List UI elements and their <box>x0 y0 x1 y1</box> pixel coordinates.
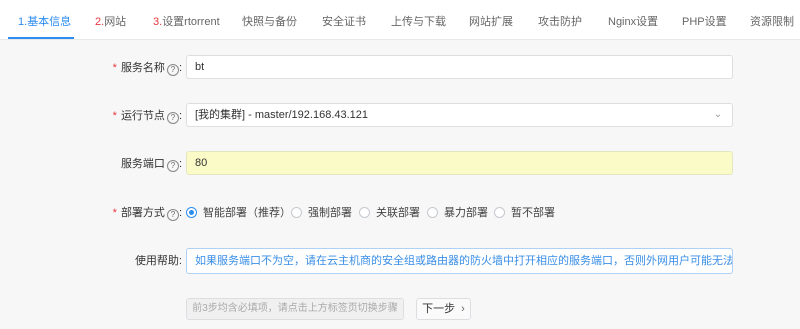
help-icon[interactable]: ? <box>166 64 179 76</box>
tab-label: 快照与备份 <box>242 16 297 28</box>
radio-label: 暂不部署 <box>511 207 555 219</box>
tab-basic-info[interactable]: 1.基本信息 <box>16 0 73 40</box>
service-port-label: 服务端口?: <box>120 158 182 172</box>
service-port-input[interactable]: 80 <box>186 151 733 175</box>
tab-label: 设置rtorrent <box>162 16 220 28</box>
usage-help-label: 使用帮助: <box>134 255 182 267</box>
run-node-value: [我的集群] - master/192.168.43.121 <box>195 109 369 121</box>
tab-number: 3. <box>153 16 163 28</box>
deploy-mode-row: * 部署方式?: 智能部署（推荐） 强制部署 关联部署 暴力部署 暂不部署 <box>0 200 800 226</box>
tab-ssl-cert[interactable]: 安全证书 <box>320 0 368 40</box>
radio-dot <box>494 207 505 218</box>
usage-help-text: 如果服务端口不为空，请在云主机商的安全组或路由器的防火墙中打开相应的服务端口，否… <box>186 248 733 274</box>
radio-label: 暴力部署 <box>444 207 488 219</box>
tab-snapshot-backup[interactable]: 快照与备份 <box>240 0 299 40</box>
radio-linked-deploy[interactable]: 关联部署 <box>359 206 420 220</box>
tab-label: Nginx设置 <box>608 16 659 28</box>
radio-dot <box>427 207 438 218</box>
run-node-select[interactable]: [我的集群] - master/192.168.43.121 ⌄ <box>186 103 733 127</box>
label-text: 服务名称 <box>120 62 165 74</box>
tab-label: 网站扩展 <box>469 16 513 28</box>
required-mark: * <box>112 62 117 74</box>
chevron-right-icon: › <box>461 303 465 315</box>
basic-info-form: * 服务名称?: bt * 运行节点?: [我的集群] - master/192.1… <box>0 40 800 329</box>
required-mark: * <box>112 110 117 122</box>
required-steps-hint-button: 前3步均含必填项，请点击上方标签页切换步骤 <box>186 298 404 320</box>
radio-label: 关联部署 <box>376 207 420 219</box>
radio-smart-deploy[interactable]: 智能部署（推荐） <box>186 206 291 220</box>
tab-number: 2. <box>95 16 105 28</box>
tab-site-extensions[interactable]: 网站扩展 <box>467 0 515 40</box>
tab-label: PHP设置 <box>682 16 727 28</box>
tab-php-settings[interactable]: PHP设置 <box>680 0 729 40</box>
usage-help-row: 使用帮助: 如果服务端口不为空，请在云主机商的安全组或路由器的防火墙中打开相应的… <box>0 248 800 274</box>
radio-force-deploy[interactable]: 强制部署 <box>291 206 352 220</box>
label-text: 服务端口 <box>120 158 165 170</box>
tab-label: 安全证书 <box>322 16 366 28</box>
run-node-row: * 运行节点?: [我的集群] - master/192.168.43.121 ⌄ <box>0 103 800 129</box>
tab-upload-download[interactable]: 上传与下载 <box>389 0 448 40</box>
help-icon[interactable]: ? <box>166 160 179 172</box>
radio-brute-deploy[interactable]: 暴力部署 <box>427 206 488 220</box>
tab-website[interactable]: 2.网站 <box>93 0 128 40</box>
radio-dot <box>186 207 197 218</box>
radio-label: 智能部署（推荐） <box>203 207 291 219</box>
radio-dot <box>291 207 302 218</box>
tab-bar: 1.基本信息 2.网站 3.设置rtorrent 快照与备份 安全证书 上传与下… <box>0 0 800 40</box>
tab-label: 网站 <box>104 16 127 28</box>
active-tab-indicator <box>8 37 74 39</box>
tab-label: 上传与下载 <box>391 16 446 28</box>
tab-rtorrent[interactable]: 3.设置rtorrent <box>151 0 222 40</box>
tab-attack-protection[interactable]: 攻击防护 <box>536 0 584 40</box>
service-name-input[interactable]: bt <box>186 55 733 79</box>
chevron-down-icon: ⌄ <box>713 109 723 120</box>
radio-no-deploy[interactable]: 暂不部署 <box>494 206 555 220</box>
label-text: 运行节点 <box>120 110 165 122</box>
next-step-label: 下一步 <box>422 303 456 315</box>
help-icon[interactable]: ? <box>166 209 179 221</box>
deploy-mode-label: * 部署方式?: <box>112 207 182 221</box>
tab-label: 攻击防护 <box>538 16 582 28</box>
radio-dot <box>359 207 370 218</box>
next-step-button[interactable]: 下一步 › <box>416 298 471 320</box>
radio-label: 强制部署 <box>308 207 352 219</box>
tab-resource-limits[interactable]: 资源限制 <box>748 0 796 40</box>
tab-label: 资源限制 <box>750 16 794 28</box>
help-icon[interactable]: ? <box>166 112 179 124</box>
required-mark: * <box>112 207 117 219</box>
tab-label: 基本信息 <box>27 16 72 28</box>
tab-number: 1. <box>18 16 28 28</box>
tab-nginx-settings[interactable]: Nginx设置 <box>606 0 660 40</box>
label-text: 部署方式 <box>120 207 165 219</box>
service-name-row: * 服务名称?: bt <box>0 55 800 81</box>
run-node-label: * 运行节点?: <box>112 110 182 124</box>
footer-actions: 前3步均含必填项，请点击上方标签页切换步骤 下一步 › <box>0 298 800 324</box>
service-name-label: * 服务名称?: <box>112 62 182 76</box>
service-port-row: 服务端口?: 80 <box>0 151 800 177</box>
